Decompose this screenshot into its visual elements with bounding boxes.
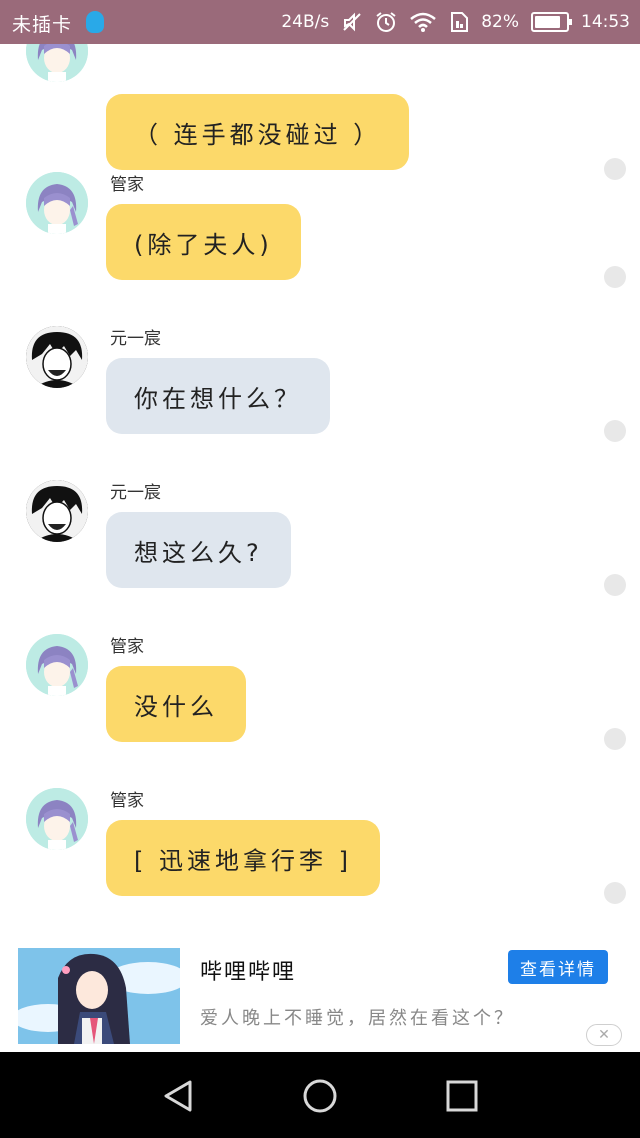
screen: 未插卡 24B/s 82% 14:53 （ 连手都没碰过 ） 管家 (除了夫人)… xyxy=(0,0,640,1138)
back-icon[interactable] xyxy=(158,1076,198,1116)
sender-name: 管家 xyxy=(110,637,144,657)
navigation-bar xyxy=(0,1052,640,1138)
qq-icon xyxy=(86,11,104,33)
read-status-dot xyxy=(604,420,626,442)
girl-avatar[interactable] xyxy=(26,634,88,696)
sender-name: 元一宸 xyxy=(110,329,161,349)
clock: 14:53 xyxy=(581,12,630,32)
carrier-label: 未插卡 xyxy=(12,14,73,36)
wifi-icon xyxy=(409,11,437,33)
ad-banner[interactable]: 哔哩哔哩 爱人晚上不睡觉，居然在看这个？ 查看详情 ✕ xyxy=(0,944,640,1052)
view-details-button[interactable]: 查看详情 xyxy=(508,950,608,984)
boy-avatar[interactable] xyxy=(26,480,88,542)
network-speed: 24B/s xyxy=(281,12,330,32)
status-icons: 24B/s 82% 14:53 xyxy=(281,9,630,35)
battery-icon xyxy=(531,12,572,32)
battery-percent: 82% xyxy=(481,12,519,32)
girl-avatar[interactable] xyxy=(26,788,88,850)
ad-description[interactable]: 爱人晚上不睡觉，居然在看这个？ xyxy=(200,1004,515,1030)
read-status-dot xyxy=(604,158,626,180)
home-icon[interactable] xyxy=(300,1076,340,1116)
read-status-dot xyxy=(604,728,626,750)
alarm-icon xyxy=(375,11,397,33)
sender-name: 元一宸 xyxy=(110,483,161,503)
message-bubble[interactable]: 你在想什么？ xyxy=(106,358,330,434)
read-status-dot xyxy=(604,574,626,596)
read-status-dot xyxy=(604,882,626,904)
sender-name: 管家 xyxy=(110,175,144,195)
boy-avatar[interactable] xyxy=(26,326,88,388)
sim-icon xyxy=(449,11,469,33)
girl-avatar[interactable] xyxy=(26,44,88,82)
ad-title[interactable]: 哔哩哔哩 xyxy=(200,954,296,986)
message-bubble[interactable]: (除了夫人) xyxy=(106,204,301,280)
close-icon[interactable]: ✕ xyxy=(586,1024,622,1046)
message-bubble[interactable]: （ 连手都没碰过 ） xyxy=(106,94,410,170)
message-bubble[interactable]: [ 迅速地拿行李 ] xyxy=(106,820,380,896)
read-status-dot xyxy=(604,266,626,288)
recents-icon[interactable] xyxy=(442,1076,482,1116)
chat-list[interactable]: （ 连手都没碰过 ） 管家 (除了夫人) 元一宸 你在想什么？ 元一宸 想这么久… xyxy=(0,44,640,944)
message-bubble[interactable]: 没什么 xyxy=(106,666,246,742)
message-bubble[interactable]: 想这么久? xyxy=(106,512,291,588)
girl-avatar[interactable] xyxy=(26,172,88,234)
sender-name: 管家 xyxy=(110,791,144,811)
mute-icon xyxy=(341,11,363,33)
status-bar: 未插卡 24B/s 82% 14:53 xyxy=(0,0,640,44)
ad-image[interactable] xyxy=(18,948,180,1044)
